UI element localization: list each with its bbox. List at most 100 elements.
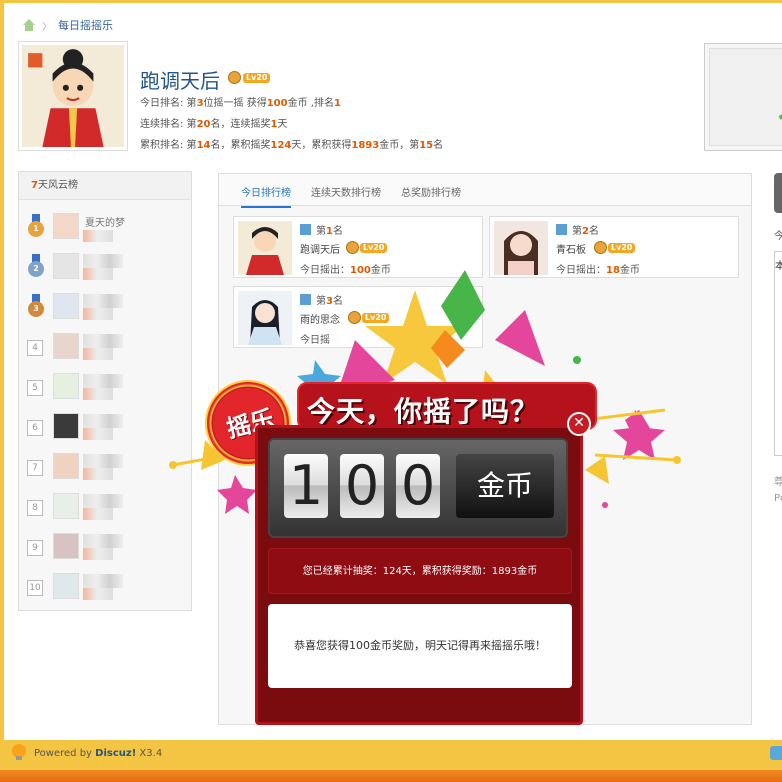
leaderboard-row[interactable]: 8 [25, 488, 185, 526]
breadcrumb-current[interactable]: 每日摇摇乐 [58, 17, 113, 33]
leaderboard-avatar[interactable] [53, 573, 79, 599]
level-badge: Lv20 [228, 71, 271, 84]
blurred-name [83, 294, 123, 308]
blurred-name [83, 254, 123, 268]
blurred-name [83, 454, 123, 468]
avatar-image [22, 45, 124, 147]
blurred-name [83, 574, 123, 588]
powered-by: Powered by Discuz! X3.4 [34, 748, 163, 759]
card-username[interactable]: 跑调天后 [300, 241, 340, 256]
rank-flag-icon [556, 224, 567, 235]
home-icon[interactable] [22, 19, 36, 31]
discuz-link[interactable]: Discuz! [95, 748, 136, 759]
ranking-tabs: 今日排行榜 连续天数排行榜 总奖励排行榜 [219, 174, 751, 208]
leaderboard-row[interactable]: 6 [25, 408, 185, 446]
blurred-value [83, 508, 113, 520]
leaderboard-avatar[interactable] [53, 533, 79, 559]
blurred-name [83, 374, 123, 388]
card-level-badge: Lv20 [346, 241, 388, 254]
blurred-name [83, 334, 123, 348]
level-face-icon [346, 241, 359, 254]
blurred-value [83, 268, 113, 280]
blurred-value [83, 388, 113, 400]
far-right-table-header: 本 [775, 261, 782, 272]
medal-icon: 1 [27, 214, 45, 240]
rank-number: 6 [27, 420, 43, 436]
leaderboard-row[interactable]: 2 [25, 248, 185, 286]
profile-section: 跑调天后 Lv20 今日排名: 第3位摇一摇 获得100金币 ,排名1 连续排名… [18, 41, 448, 151]
close-button[interactable]: ✕ [567, 412, 591, 436]
lottery-summary: 您已经累计抽奖：124天，累积获得奖励：1893金币 [268, 548, 572, 594]
tab-total[interactable]: 总奖励排行榜 [401, 184, 461, 199]
slogan-text: 今天，你摇了吗？ [307, 395, 540, 428]
close-icon: ✕ [573, 415, 585, 431]
avatar[interactable] [18, 41, 128, 151]
far-right-table [774, 251, 782, 456]
far-right-label: 今 [774, 231, 782, 242]
rank-card-1[interactable]: 第1名 跑调天后 Lv20 今日摇出：100金币 [233, 216, 483, 278]
total-rank-line: 累积排名: 第14名，累积摇奖124天，累积获得1893金币，第15名 [140, 140, 444, 151]
side-banner [704, 43, 782, 151]
leaderboard-avatar[interactable] [53, 293, 79, 319]
leaderboard-row[interactable]: 9 [25, 528, 185, 566]
leaderboard-row[interactable]: 10 [25, 568, 185, 606]
rank-number: 4 [27, 340, 43, 356]
far-right-avatar[interactable] [774, 173, 782, 213]
blurred-value [83, 428, 113, 440]
leaderboard-avatar[interactable] [53, 373, 79, 399]
rank-number: 10 [27, 580, 43, 596]
card-avatar [494, 221, 548, 275]
blurred-name [83, 414, 123, 428]
rank-flag-icon [300, 224, 311, 235]
bottom-bar [0, 770, 782, 782]
lottery-popup: 1 0 0 金币 您已经累计抽奖：124天，累积获得奖励：1893金币 恭喜您获… [255, 425, 583, 725]
leaderboard-username[interactable]: 夏天的梦 [85, 214, 125, 229]
card-avatar [238, 221, 292, 275]
leaderboard-avatar[interactable] [53, 493, 79, 519]
breadcrumb: 〉 每日摇摇乐 [22, 17, 113, 33]
leaderboard-row[interactable]: 1 夏天的梦 [25, 208, 185, 246]
blurred-name [83, 534, 123, 548]
leaderboard-row[interactable]: 5 [25, 368, 185, 406]
counter-digit: 0 [340, 454, 384, 518]
far-right-footer-text: 尊Pc [774, 477, 782, 504]
tab-today[interactable]: 今日排行榜 [241, 184, 291, 208]
blurred-value [83, 548, 113, 560]
counter-digit: 1 [284, 454, 328, 518]
rank-card-2[interactable]: 第2名 青石板 Lv20 今日摇出：18金币 [489, 216, 739, 278]
leaderboard-row[interactable]: 3 [25, 288, 185, 326]
leaderboard-avatar[interactable] [53, 413, 79, 439]
leaderboard-avatar[interactable] [53, 333, 79, 359]
streak-rank-line: 连续排名: 第20名，连续摇奖1天 [140, 119, 288, 130]
blurred-value [83, 308, 113, 320]
coin-counter: 1 0 0 金币 [268, 438, 568, 538]
today-rank-line: 今日排名: 第3位摇一摇 获得100金币 ,排名1 [140, 98, 341, 109]
level-label: Lv20 [243, 72, 271, 83]
weekly-leaderboard-title: 7天风云榜 [19, 172, 191, 200]
level-face-icon [594, 241, 607, 254]
breadcrumb-separator: 〉 [42, 21, 52, 33]
rank-number: 5 [27, 380, 43, 396]
blurred-name [83, 494, 123, 508]
leaderboard-row[interactable]: 7 [25, 448, 185, 486]
leaderboard-avatar[interactable] [53, 213, 79, 239]
scroll-top-icon[interactable] [770, 746, 782, 760]
bulb-icon [12, 744, 26, 760]
counter-digit: 0 [396, 454, 440, 518]
blurred-value [83, 588, 113, 600]
side-banner-inner [709, 48, 782, 146]
lottery-overlay: 摇乐 今天，你摇了吗？ 1 0 0 金币 您已经累计抽奖：124天，累积获得奖励… [165, 270, 685, 730]
leaderboard-avatar[interactable] [53, 453, 79, 479]
blurred-value [83, 468, 113, 480]
reward-message: 恭喜您获得100金币奖励，明天记得再来摇摇乐哦！ [268, 604, 572, 688]
rank-number: 7 [27, 460, 43, 476]
tab-streak[interactable]: 连续天数排行榜 [311, 184, 381, 199]
medal-icon: 2 [27, 254, 45, 280]
username[interactable]: 跑调天后 [140, 65, 220, 94]
footer: Powered by Discuz! X3.4 [0, 740, 782, 770]
card-username[interactable]: 青石板 [556, 241, 586, 256]
leaderboard-row[interactable]: 4 [25, 328, 185, 366]
leaderboard-avatar[interactable] [53, 253, 79, 279]
blurred-value [83, 348, 113, 360]
counter-unit: 金币 [456, 454, 554, 518]
